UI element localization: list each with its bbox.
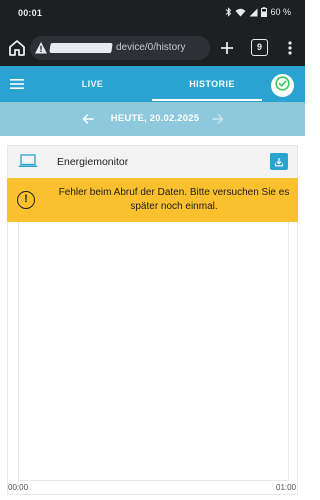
- tab-switcher-button[interactable]: 9: [251, 39, 268, 56]
- download-button[interactable]: [270, 153, 288, 170]
- energy-monitor-card: Energiemonitor ! Fehler beim Abruf der D…: [7, 145, 298, 495]
- tab-historie[interactable]: HISTORIE: [152, 66, 272, 102]
- chart-area: [8, 222, 297, 494]
- browser-toolbar: device/0/history 9: [0, 30, 305, 66]
- next-day-arrow-icon[interactable]: [211, 112, 225, 126]
- exclamation-circle-icon: !: [17, 191, 35, 209]
- bluetooth-icon: [225, 7, 232, 17]
- home-icon[interactable]: [7, 38, 27, 58]
- wifi-icon: [235, 8, 246, 17]
- check-circle-icon: [275, 75, 290, 96]
- chart-right-gridline: [288, 222, 289, 480]
- url-text: device/0/history: [116, 42, 186, 53]
- x-axis-end-label: 01:00: [276, 483, 297, 492]
- status-icons: 60 %: [225, 7, 291, 17]
- chart-left-gridline: [18, 222, 19, 480]
- warning-icon[interactable]: [34, 41, 48, 55]
- redacted-url-segment: [49, 43, 113, 53]
- error-message: Fehler beim Abruf der Daten. Bitte versu…: [58, 187, 290, 212]
- new-tab-icon[interactable]: [217, 38, 237, 58]
- error-banner: ! Fehler beim Abruf der Daten. Bitte ver…: [7, 178, 298, 222]
- laptop-icon: [18, 153, 38, 169]
- more-options-icon[interactable]: [282, 38, 298, 58]
- app-header: LIVE HISTORIE: [0, 66, 305, 102]
- card-title: Energiemonitor: [57, 156, 129, 168]
- date-navigation: HEUTE, 20.02.2025: [0, 102, 305, 136]
- status-time: 00:01: [18, 8, 43, 18]
- x-axis-start-label: 00:00: [8, 483, 29, 492]
- active-tab-indicator: [152, 99, 262, 101]
- chart-baseline: [18, 480, 289, 481]
- previous-day-arrow-icon[interactable]: [81, 112, 95, 126]
- tab-live[interactable]: LIVE: [40, 66, 145, 102]
- status-check-button[interactable]: [271, 74, 294, 97]
- signal-icon: [249, 8, 258, 17]
- current-date-label: HEUTE, 20.02.2025: [110, 113, 200, 124]
- card-header: Energiemonitor: [8, 146, 297, 178]
- status-bar: 00:01 60 %: [0, 0, 305, 30]
- download-icon: [274, 157, 284, 166]
- hamburger-menu-icon[interactable]: [9, 77, 25, 91]
- address-bar[interactable]: device/0/history: [30, 36, 210, 60]
- battery-percent: 60 %: [270, 7, 291, 17]
- battery-icon: [261, 7, 268, 17]
